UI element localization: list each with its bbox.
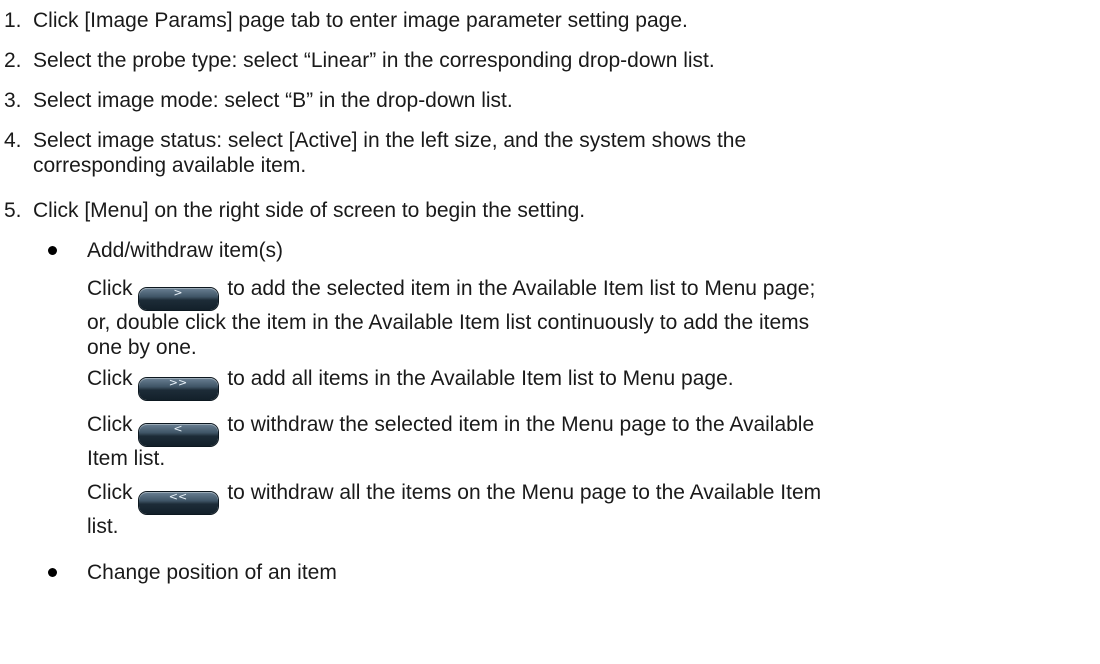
button-label: <<: [168, 490, 188, 503]
paragraph-text: Item list.: [87, 447, 166, 470]
add-all-button[interactable]: >>: [138, 376, 218, 400]
paragraph-text: list.: [87, 515, 119, 538]
bullet-dot-icon: [48, 246, 57, 255]
step-number: 5.: [4, 199, 22, 222]
step-text: Click [Menu] on the right side of screen…: [33, 199, 586, 222]
paragraph-withdraw-selected: Click < to withdraw the selected item in …: [87, 412, 1092, 471]
withdraw-all-button[interactable]: <<: [138, 490, 218, 514]
paragraph-lead: Click: [87, 413, 133, 436]
step-number: 2.: [4, 49, 22, 72]
button-label: >: [173, 286, 183, 299]
document-page: 1. Click [Image Params] page tab to ente…: [0, 0, 1100, 664]
bullet-text: Change position of an item: [87, 561, 337, 584]
step-number: 3.: [4, 89, 22, 112]
button-label: <: [173, 422, 183, 435]
paragraph-text: to add all items in the Available Item l…: [227, 367, 734, 390]
paragraph-text: to add the selected item in the Availabl…: [227, 277, 816, 300]
step-number: 4.: [4, 129, 22, 152]
add-selected-button[interactable]: >: [138, 286, 218, 310]
paragraph-add-selected: Click > to add the selected item in the A…: [87, 276, 1092, 360]
button-label: >>: [168, 376, 188, 389]
paragraph-add-all: Click >> to add all items in the Availabl…: [87, 366, 1092, 400]
paragraph-text: to withdraw all the items on the Menu pa…: [227, 481, 822, 504]
paragraph-text: to withdraw the selected item in the Men…: [227, 413, 815, 436]
step-text-line: corresponding available item.: [33, 154, 307, 177]
paragraph-lead: Click: [87, 367, 133, 390]
paragraph-lead: Click: [87, 277, 133, 300]
paragraph-withdraw-all: Click << to withdraw all the items on the…: [87, 480, 1092, 539]
step-text-line: Select image status: select [Active] in …: [33, 129, 747, 152]
step-number: 1.: [4, 9, 22, 32]
step-text: Click [Image Params] page tab to enter i…: [33, 9, 688, 32]
paragraph-text: one by one.: [87, 336, 197, 359]
withdraw-selected-button[interactable]: <: [138, 422, 218, 446]
step-text: Select image mode: select “B” in the dro…: [33, 89, 513, 112]
step-text: Select image status: select [Active] in …: [33, 128, 1073, 178]
bullet-dot-icon: [48, 568, 57, 577]
paragraph-lead: Click: [87, 481, 133, 504]
step-text: Select the probe type: select “Linear” i…: [33, 49, 715, 72]
bullet-text: Add/withdraw item(s): [87, 239, 284, 262]
paragraph-text: or, double click the item in the Availab…: [87, 311, 810, 334]
